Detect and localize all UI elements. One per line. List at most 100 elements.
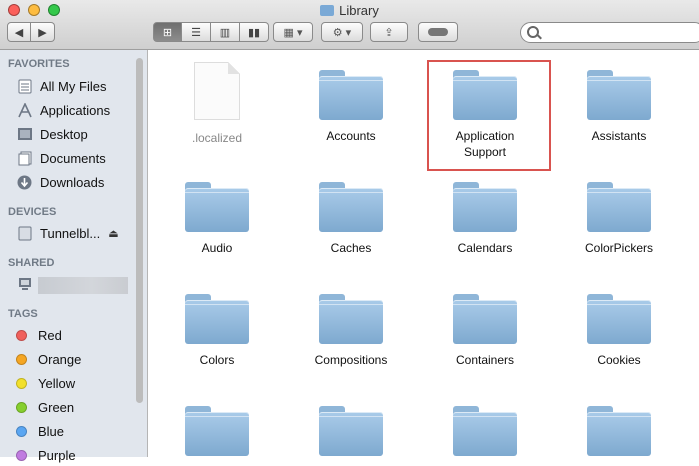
file-item-calendars[interactable]: Calendars: [430, 182, 540, 256]
document-icon: [194, 62, 240, 120]
sidebar-item-label: Yellow: [38, 375, 76, 391]
search-input[interactable]: [541, 25, 695, 41]
file-item-assistants[interactable]: Assistants: [564, 70, 674, 144]
highlight-box: [427, 60, 551, 171]
file-name: .localized: [191, 131, 243, 145]
grid-icon: ⊞: [162, 26, 173, 39]
tag-color-icon: [16, 377, 27, 389]
sidebar-item-tag-purple[interactable]: Purple: [16, 444, 76, 466]
downloads-icon: [16, 175, 33, 190]
eject-icon[interactable]: ⏏: [108, 227, 118, 240]
sidebar-item-tag-blue[interactable]: Blue: [16, 420, 64, 442]
file-browser: .localized Accounts Application Support …: [148, 50, 699, 457]
icon-view-button[interactable]: ⊞: [153, 22, 182, 42]
file-item-localized[interactable]: .localized: [162, 62, 272, 146]
tag-color-icon: [16, 329, 27, 341]
applications-icon: [16, 102, 33, 118]
sidebar-item-shared-computer[interactable]: [16, 273, 40, 295]
file-name: Containers: [455, 353, 515, 367]
folder-icon: [587, 182, 651, 232]
file-name: ColorPickers: [584, 241, 653, 255]
tag-color-icon: [16, 353, 27, 365]
disk-icon: [16, 226, 33, 241]
back-button[interactable]: ◀: [7, 22, 31, 42]
redacted-shared-name: [38, 277, 128, 294]
file-item-audio[interactable]: Audio: [162, 182, 272, 256]
devices-header: DEVICES: [8, 206, 57, 218]
sidebar-item-tunnelblick[interactable]: Tunnelbl... ⏏: [16, 222, 119, 244]
sidebar-item-applications[interactable]: Applications: [16, 99, 110, 121]
tag-color-icon: [16, 425, 27, 437]
columns-icon: ▥: [219, 26, 231, 39]
folder-icon: [320, 5, 335, 16]
sidebar-item-label: Orange: [38, 351, 82, 367]
computer-icon: [16, 277, 33, 292]
documents-icon: [16, 151, 33, 166]
arrange-grid-icon: ▦ ▾: [283, 26, 303, 39]
file-item-accounts[interactable]: Accounts: [296, 70, 406, 144]
sidebar-item-tag-red[interactable]: Red: [16, 324, 62, 346]
file-item-compositions[interactable]: Compositions: [296, 294, 406, 368]
file-item-colors[interactable]: Colors: [162, 294, 272, 368]
file-name: Colors: [199, 353, 235, 367]
sidebar-item-label: Applications: [40, 102, 111, 118]
share-button[interactable]: ⇪: [370, 22, 408, 42]
sidebar-item-label: Purple: [38, 447, 76, 463]
sidebar-item-tag-yellow[interactable]: Yellow: [16, 372, 75, 394]
folder-icon: [453, 182, 517, 232]
sidebar-item-tag-orange[interactable]: Orange: [16, 348, 81, 370]
cover-flow-button[interactable]: ▮▮: [240, 22, 269, 42]
tags-button[interactable]: [418, 22, 458, 42]
sidebar-item-label: Tunnelbl...: [40, 225, 101, 241]
file-item[interactable]: [162, 406, 272, 456]
file-name: Assistants: [591, 129, 647, 143]
folder-icon: [587, 406, 651, 456]
sidebar-item-all-my-files[interactable]: All My Files: [16, 75, 106, 97]
toolbar: Library ◀ ▶ ⊞ ☰ ▥ ▮▮ ▦ ▾ ⚙ ▾ ⇪: [0, 0, 699, 50]
back-arrow-icon: ◀: [14, 26, 24, 39]
folder-icon: [587, 70, 651, 120]
folder-icon: [319, 182, 383, 232]
file-item-colorpickers[interactable]: ColorPickers: [564, 182, 674, 256]
sidebar-item-documents[interactable]: Documents: [16, 147, 106, 169]
file-item[interactable]: [296, 406, 406, 456]
file-item[interactable]: [430, 406, 540, 456]
tags-header: TAGS: [8, 308, 38, 320]
sidebar-scrollbar[interactable]: [136, 58, 143, 403]
arrange-button[interactable]: ▦ ▾: [273, 22, 313, 42]
list-icon: ☰: [191, 26, 201, 39]
search-field[interactable]: [520, 22, 699, 43]
favorites-header: FAVORITES: [8, 58, 70, 70]
sidebar-item-label: Desktop: [40, 126, 88, 142]
file-item[interactable]: [564, 406, 674, 456]
sidebar-item-tag-green[interactable]: Green: [16, 396, 74, 418]
cover-flow-icon: ▮▮: [247, 26, 261, 39]
folder-icon: [319, 294, 383, 344]
folder-icon: [319, 406, 383, 456]
sidebar-item-label: Green: [38, 399, 75, 415]
sidebar: FAVORITES All My Files Applications Desk…: [0, 50, 148, 463]
tag-color-icon: [16, 401, 27, 413]
file-item-cookies[interactable]: Cookies: [564, 294, 674, 368]
folder-icon: [185, 182, 249, 232]
folder-icon: [319, 70, 383, 120]
folder-icon: [453, 406, 517, 456]
sidebar-item-label: Documents: [40, 150, 106, 166]
desktop-icon: [16, 127, 33, 142]
forward-arrow-icon: ▶: [38, 26, 47, 39]
sidebar-item-label: All My Files: [40, 78, 107, 94]
folder-icon: [185, 406, 249, 456]
folder-icon: [453, 294, 517, 344]
file-item-caches[interactable]: Caches: [296, 182, 406, 256]
file-item-containers[interactable]: Containers: [430, 294, 540, 368]
forward-button[interactable]: ▶: [31, 22, 55, 42]
list-view-button[interactable]: ☰: [182, 22, 211, 42]
sidebar-item-desktop[interactable]: Desktop: [16, 123, 88, 145]
tag-pill-icon: [428, 28, 448, 36]
window-title: Library: [0, 3, 699, 18]
file-name: Accounts: [326, 129, 376, 143]
column-view-button[interactable]: ▥: [211, 22, 240, 42]
action-button[interactable]: ⚙ ▾: [321, 22, 363, 42]
share-icon: ⇪: [384, 26, 394, 39]
sidebar-item-downloads[interactable]: Downloads: [16, 171, 104, 193]
